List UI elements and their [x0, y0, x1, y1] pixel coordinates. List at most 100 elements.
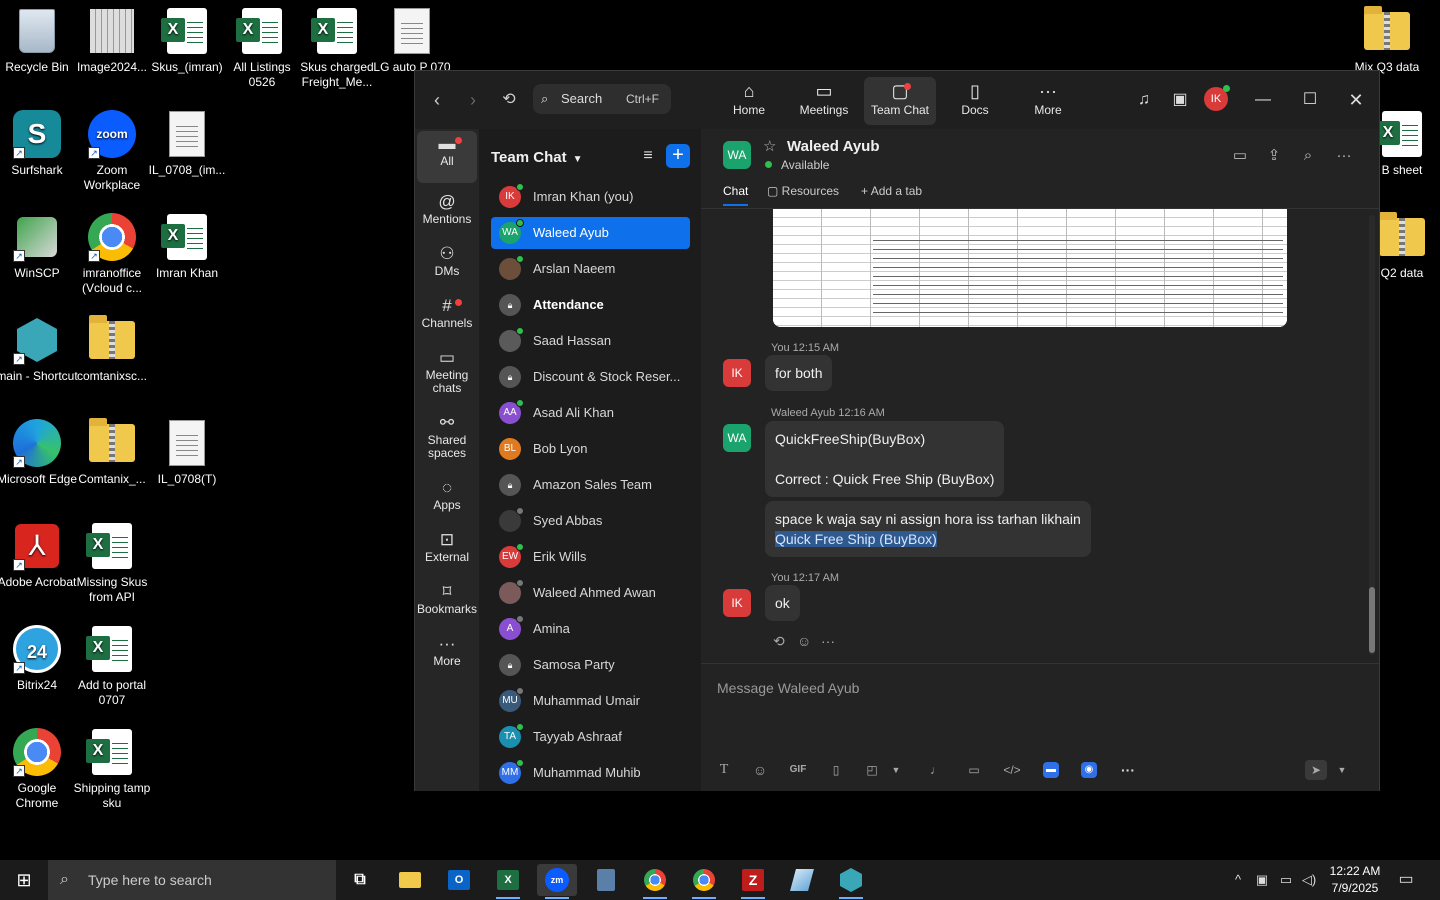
- desktop-icon-edge[interactable]: ↗ Microsoft Edge: [0, 418, 78, 487]
- screenshot-icon[interactable]: ◰: [861, 760, 883, 780]
- rail-item-meeting-chats[interactable]: ▭ Meeting chats: [417, 345, 477, 405]
- send-icon[interactable]: ➤: [1305, 760, 1327, 780]
- add-tab-button[interactable]: + Add a tab: [861, 184, 922, 198]
- app-icon-1[interactable]: ▬: [1043, 762, 1059, 778]
- chrome-icon[interactable]: [635, 864, 675, 899]
- history-icon[interactable]: ⟲: [497, 88, 521, 112]
- message-composer[interactable]: Message Waleed Ayub T ☺ GIF ▯ ◰ ▼ ♩ ▭ </…: [701, 663, 1379, 791]
- desktop-icon-comtanixsc[interactable]: comtanixsc...: [71, 315, 153, 384]
- desktop-icon-comtanix[interactable]: Comtanix_...: [71, 418, 153, 487]
- rail-item-apps[interactable]: ◌ Apps: [417, 475, 477, 527]
- rail-item-shared-spaces[interactable]: ⚯ Shared spaces: [417, 410, 477, 470]
- desktop-icon-recycle-bin[interactable]: Recycle Bin: [0, 6, 78, 75]
- contact-item[interactable]: MU Muhammad Umair: [491, 685, 690, 717]
- sender-avatar[interactable]: WA: [723, 424, 751, 452]
- desktop-icon-imran-khan[interactable]: Imran Khan: [146, 212, 228, 281]
- desktop-icon-chrome[interactable]: ↗ Google Chrome: [0, 727, 78, 811]
- minimize-icon[interactable]: —: [1251, 88, 1275, 112]
- contact-item[interactable]: 🔒︎ Samosa Party: [491, 649, 690, 681]
- tray-expand-icon[interactable]: ^: [1228, 870, 1248, 890]
- desktop-icon-adobe-acrobat[interactable]: ⅄ ↗ Adobe Acrobat: [0, 521, 78, 590]
- rail-item-all[interactable]: ▬ All: [417, 131, 477, 183]
- tab-more[interactable]: ··· More: [1012, 77, 1084, 125]
- contact-item[interactable]: Saad Hassan: [491, 325, 690, 357]
- contact-item[interactable]: 🔒︎ Attendance: [491, 289, 690, 321]
- chevron-down-icon[interactable]: ▼: [885, 760, 907, 780]
- desktop-icon-shipping-tamp[interactable]: Shipping tamp sku: [71, 727, 153, 811]
- tab-docs[interactable]: ▯ Docs: [939, 77, 1011, 125]
- more-actions-icon[interactable]: ···: [821, 633, 835, 649]
- list-title[interactable]: Team Chat ▼: [491, 149, 582, 166]
- file-icon[interactable]: ▯: [825, 760, 847, 780]
- bell-icon[interactable]: ♫: [1132, 88, 1156, 112]
- desktop-icon-imranoffice[interactable]: ↗ imranoffice (Vcloud c...: [71, 212, 153, 296]
- contact-item[interactable]: Waleed Ahmed Awan: [491, 577, 690, 609]
- desktop-icon-zoom[interactable]: zoom ↗ Zoom Workplace: [71, 109, 153, 193]
- tab-resources[interactable]: ▢ Resources: [767, 184, 839, 198]
- more-options-icon[interactable]: ···: [1333, 145, 1355, 167]
- text-format-icon[interactable]: T: [713, 760, 735, 780]
- close-icon[interactable]: ✕: [1344, 88, 1368, 112]
- star-icon[interactable]: ☆: [763, 137, 776, 155]
- maximize-icon[interactable]: ☐: [1298, 88, 1322, 112]
- contact-item[interactable]: IK Imran Khan (you): [491, 181, 690, 213]
- desktop-icon-bitrix24[interactable]: 24 ↗ Bitrix24: [0, 624, 78, 693]
- desktop-icon-b-sheet[interactable]: B sheet: [1372, 109, 1432, 178]
- sender-avatar[interactable]: IK: [723, 359, 751, 387]
- contact-item[interactable]: 🔒︎ Amazon Sales Team: [491, 469, 690, 501]
- taskbar-search[interactable]: ⌕ Type here to search: [48, 860, 336, 900]
- chevron-down-icon[interactable]: ▼: [1331, 760, 1353, 780]
- windows-start-icon[interactable]: ⊞: [0, 860, 48, 900]
- message-bubble[interactable]: QuickFreeShip(BuyBox) Correct : Quick Fr…: [765, 421, 1005, 497]
- rail-item-mentions[interactable]: @ Mentions: [417, 189, 477, 241]
- message-input[interactable]: Message Waleed Ayub: [717, 680, 859, 696]
- rail-item-bookmarks[interactable]: ⌑ Bookmarks: [417, 579, 477, 631]
- desktop-icon-winscp[interactable]: ↗ WinSCP: [0, 212, 78, 281]
- desktop-icon-il0708t[interactable]: IL_0708(T): [146, 418, 228, 487]
- rail-item-channels[interactable]: # Channels: [417, 293, 477, 345]
- contact-name[interactable]: Waleed Ayub: [787, 138, 880, 155]
- desktop-icon-mix-q3[interactable]: Mix Q3 data: [1346, 6, 1428, 75]
- contact-item[interactable]: A Amina: [491, 613, 690, 645]
- contact-item[interactable]: MM Muhammad Muhib: [491, 757, 690, 789]
- outlook-icon[interactable]: O: [439, 864, 479, 896]
- tab-chat[interactable]: Chat: [723, 184, 749, 206]
- forward-icon[interactable]: ›: [461, 88, 485, 112]
- excel-icon[interactable]: X: [488, 864, 528, 899]
- desktop-icon-skus-charged[interactable]: Skus charged Freight_Me...: [296, 6, 378, 90]
- microphone-icon[interactable]: ♩: [925, 760, 947, 780]
- desktop-icon-image2024[interactable]: Image2024...: [71, 6, 153, 75]
- tab-meetings[interactable]: ▭ Meetings: [788, 77, 860, 125]
- rail-item-dms[interactable]: ⚇ DMs: [417, 241, 477, 293]
- emoji-icon[interactable]: ☺: [749, 760, 771, 780]
- contact-item[interactable]: BL Bob Lyon: [491, 433, 690, 465]
- tab-home[interactable]: ⌂ Home: [713, 77, 785, 125]
- share-screen-icon[interactable]: ⇪: [1263, 145, 1285, 167]
- video-message-icon[interactable]: ▭: [963, 760, 985, 780]
- message-bubble[interactable]: ok: [765, 585, 800, 621]
- system-clock[interactable]: 12:22 AM 7/9/2025: [1325, 863, 1385, 897]
- contact-item[interactable]: WA Waleed Ayub: [491, 217, 690, 249]
- desktop-icon-il0708-im[interactable]: IL_0708_(im...: [146, 109, 228, 178]
- desktop-icon-add-to-portal[interactable]: Add to portal 0707: [71, 624, 153, 708]
- task-view-icon[interactable]: ⧉: [340, 864, 380, 896]
- new-chat-button[interactable]: +: [666, 144, 690, 168]
- message-bubble[interactable]: space k waja say ni assign hora iss tarh…: [765, 501, 1091, 557]
- app-icon-2[interactable]: ◉: [1081, 762, 1097, 778]
- desktop-icon-main-shortcut[interactable]: ↗ main - Shortcut: [0, 315, 78, 384]
- contact-avatar[interactable]: WA: [723, 141, 751, 169]
- network-icon[interactable]: ▭: [1276, 870, 1296, 890]
- contact-item[interactable]: Arslan Naeem: [491, 253, 690, 285]
- contact-item[interactable]: TA Tayyab Ashraaf: [491, 721, 690, 753]
- reply-icon[interactable]: ⟲: [773, 633, 785, 650]
- file-explorer-icon[interactable]: [390, 864, 430, 896]
- contact-item[interactable]: AA Asad Ali Khan: [491, 397, 690, 429]
- tab-team-chat[interactable]: ▢ Team Chat: [864, 77, 936, 125]
- emoji-react-icon[interactable]: ☺: [797, 633, 811, 649]
- desktop-icon-all-listings[interactable]: All Listings 0526: [221, 6, 303, 90]
- desktop-icon-q2-data[interactable]: Q2 data: [1372, 212, 1432, 281]
- rail-item-more[interactable]: ··· More: [417, 631, 477, 683]
- screenshot-attachment[interactable]: [773, 209, 1287, 327]
- message-bubble[interactable]: for both: [765, 355, 833, 391]
- rail-item-external[interactable]: ⊡ External: [417, 527, 477, 579]
